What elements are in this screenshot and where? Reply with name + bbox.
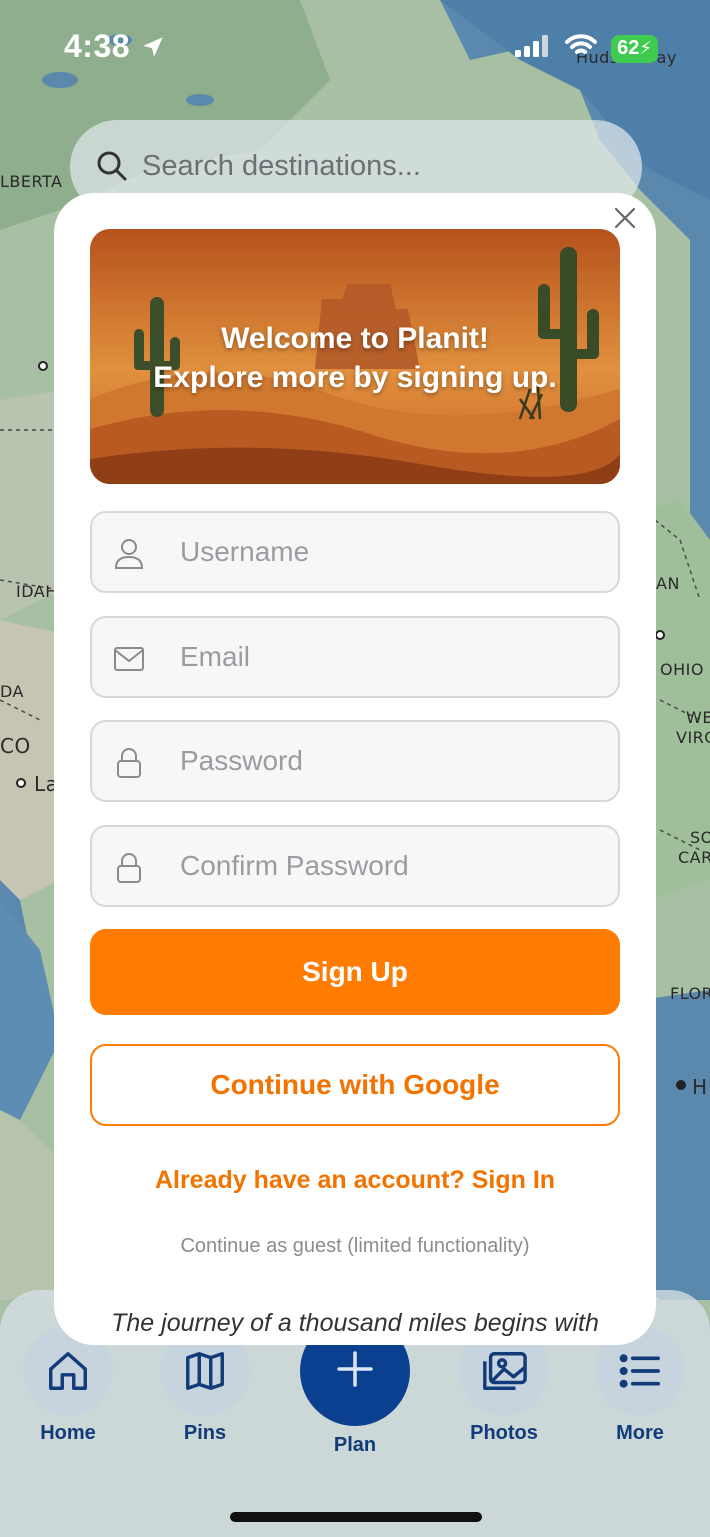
- signup-modal: Welcome to Planit! Explore more by signi…: [54, 193, 656, 1345]
- tab-home-label: Home: [40, 1422, 96, 1444]
- tab-photos-label: Photos: [470, 1422, 538, 1444]
- map-label-h: H: [692, 1075, 708, 1099]
- hero-title-line2: Explore more by signing up.: [153, 361, 557, 394]
- inspirational-quote: The journey of a thousand miles begins w…: [111, 1309, 599, 1337]
- close-icon: [614, 207, 636, 234]
- map-label-so: SO: [690, 828, 710, 847]
- envelope-icon: [112, 642, 146, 676]
- battery-charging-icon: 62 ⚡: [611, 34, 658, 63]
- username-field-container[interactable]: [90, 511, 620, 593]
- password-field-container[interactable]: [90, 720, 620, 802]
- user-icon: [112, 537, 146, 571]
- map-label-flor: FLOR: [670, 984, 710, 1003]
- email-field-container[interactable]: [90, 616, 620, 698]
- tab-more-label: More: [616, 1422, 664, 1444]
- map-city-dot: [16, 778, 26, 788]
- map-label-idaho: IDAH: [16, 582, 58, 601]
- hero-title-line1: Welcome to Planit!: [221, 322, 489, 355]
- map-label-we: WE: [686, 708, 710, 727]
- status-bar: 4:38 62 ⚡: [0, 0, 710, 96]
- map-label-an: AN: [656, 574, 680, 593]
- continue-as-guest-link[interactable]: Continue as guest (limited functionality…: [54, 1235, 656, 1258]
- signal-icon: [515, 35, 551, 62]
- sign-up-button[interactable]: Sign Up: [90, 929, 620, 1015]
- plus-icon: [335, 1349, 375, 1394]
- continue-with-google-button[interactable]: Continue with Google: [90, 1044, 620, 1126]
- battery-level: 62: [617, 37, 640, 59]
- username-input[interactable]: [180, 513, 600, 591]
- confirm-password-input[interactable]: [180, 827, 600, 905]
- location-arrow-icon: [140, 34, 166, 65]
- status-time: 4:38: [64, 28, 131, 64]
- hero-banner: Welcome to Planit! Explore more by signi…: [90, 229, 620, 484]
- email-input[interactable]: [180, 618, 600, 696]
- lock-icon: [112, 851, 146, 885]
- map-city-dot: [655, 630, 665, 640]
- map-label-ohio: OHIO: [660, 660, 704, 679]
- sign-in-link[interactable]: Already have an account? Sign In: [54, 1166, 656, 1195]
- close-button[interactable]: [610, 205, 640, 235]
- wifi-icon: [565, 34, 598, 63]
- tab-plan-label[interactable]: Plan: [300, 1434, 410, 1457]
- map-label-virg: VIRG: [676, 728, 710, 747]
- tab-pins-label: Pins: [183, 1422, 227, 1444]
- password-input[interactable]: [180, 722, 600, 800]
- map-label-car: CAR: [678, 848, 710, 867]
- hero-welcome-text: Welcome to Planit! Explore more by signi…: [90, 319, 620, 397]
- search-icon: [96, 150, 128, 187]
- search-input[interactable]: Search destinations...: [142, 150, 421, 183]
- lock-icon: [112, 746, 146, 780]
- map-city-dot: [38, 361, 48, 371]
- map-label-co: CO: [0, 734, 31, 758]
- map-city-dot: [676, 1080, 686, 1090]
- home-indicator: [230, 1512, 482, 1522]
- map-label-alberta: LBERTA: [0, 172, 63, 191]
- map-label-da: DA: [0, 682, 24, 701]
- confirm-password-field-container[interactable]: [90, 825, 620, 907]
